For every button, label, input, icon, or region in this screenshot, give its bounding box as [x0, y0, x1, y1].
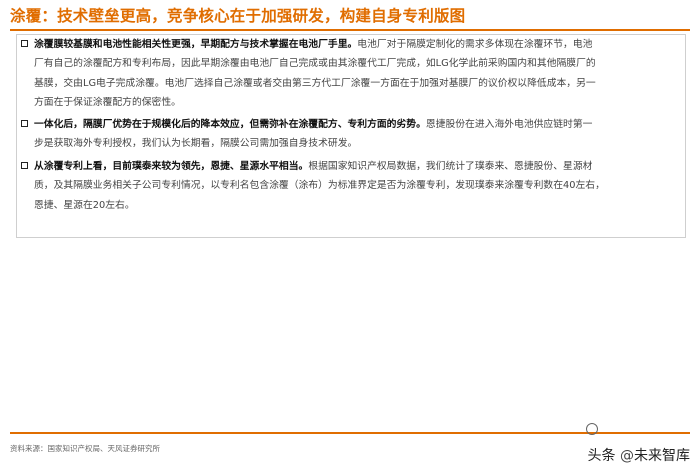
bullet-text-line: 基膜，交由LG电子完成涂覆。电池厂选择自己涂覆或者交由第三方代工厂涂覆一方面在于…: [34, 77, 596, 89]
watermark-prefix: 头条: [587, 448, 616, 464]
bullet-lead: 从涂覆专利上看，目前璞泰来较为领先，恩捷、星源水平相当。: [34, 161, 309, 172]
watermark-name: 未来智库: [634, 448, 690, 464]
bullet-text-line: 厂有自己的涂覆配方和专利布局，因此早期涂覆由电池厂自己完成或由其涂覆代工厂完成，…: [34, 58, 596, 70]
page-title: 涂覆：技术壁垒更高，竞争核心在于加强研发，构建自身专利版图: [10, 7, 466, 25]
hollow-square-icon: [21, 120, 28, 127]
source-note: 资料来源：国家知识产权局、天风证券研究所: [10, 444, 160, 453]
bullet-lead: 涂覆膜较基膜和电池性能相关性更强，早期配方与技术掌握在电池厂手里。: [34, 39, 358, 50]
toutiao-logo-icon: [586, 423, 598, 435]
bullet-lead: 一体化后，隔膜厂优势在于规模化后的降本效应，但需弥补在涂覆配方、专利方面的劣势。: [34, 119, 426, 130]
bullet-paragraph-2: 一体化后，隔膜厂优势在于规模化后的降本效应，但需弥补在涂覆配方、专利方面的劣势。…: [21, 115, 669, 154]
title-divider: [10, 29, 690, 31]
hollow-square-icon: [21, 40, 28, 47]
hollow-square-icon: [21, 162, 28, 169]
bullet-text-line: 根据国家知识产权局数据，我们统计了璞泰来、恩捷股份、星源材: [308, 161, 593, 172]
bullet-text-line: 恩捷、星源在20左右。: [34, 199, 135, 211]
bullet-text-line: 方面在于保证涂覆配方的保密性。: [34, 97, 181, 109]
bullet-text-line: 质，及其隔膜业务相关子公司专利情况，以专利名包含涂覆（涂布）为标准界定是否为涂覆…: [34, 180, 605, 192]
bullet-text-line: 步是获取海外专利授权，我们认为长期看，隔膜公司需加强自身技术研发。: [34, 138, 358, 150]
bullet-paragraph-3: 从涂覆专利上看，目前璞泰来较为领先，恩捷、星源水平相当。根据国家知识产权局数据，…: [21, 157, 669, 215]
bullet-text-line: 电池厂对于隔膜定制化的需求多体现在涂覆环节，电池: [357, 39, 593, 50]
bullet-paragraph-1: 涂覆膜较基膜和电池性能相关性更强，早期配方与技术掌握在电池厂手里。电池厂对于隔膜…: [21, 35, 669, 113]
watermark-at: @: [620, 448, 634, 464]
bullet-text-line: 恩捷股份在进入海外电池供应链时第一: [425, 119, 593, 130]
watermark-text: 头条 @未来智库: [588, 445, 690, 465]
watermark: 头条 @未来智库: [532, 421, 690, 465]
